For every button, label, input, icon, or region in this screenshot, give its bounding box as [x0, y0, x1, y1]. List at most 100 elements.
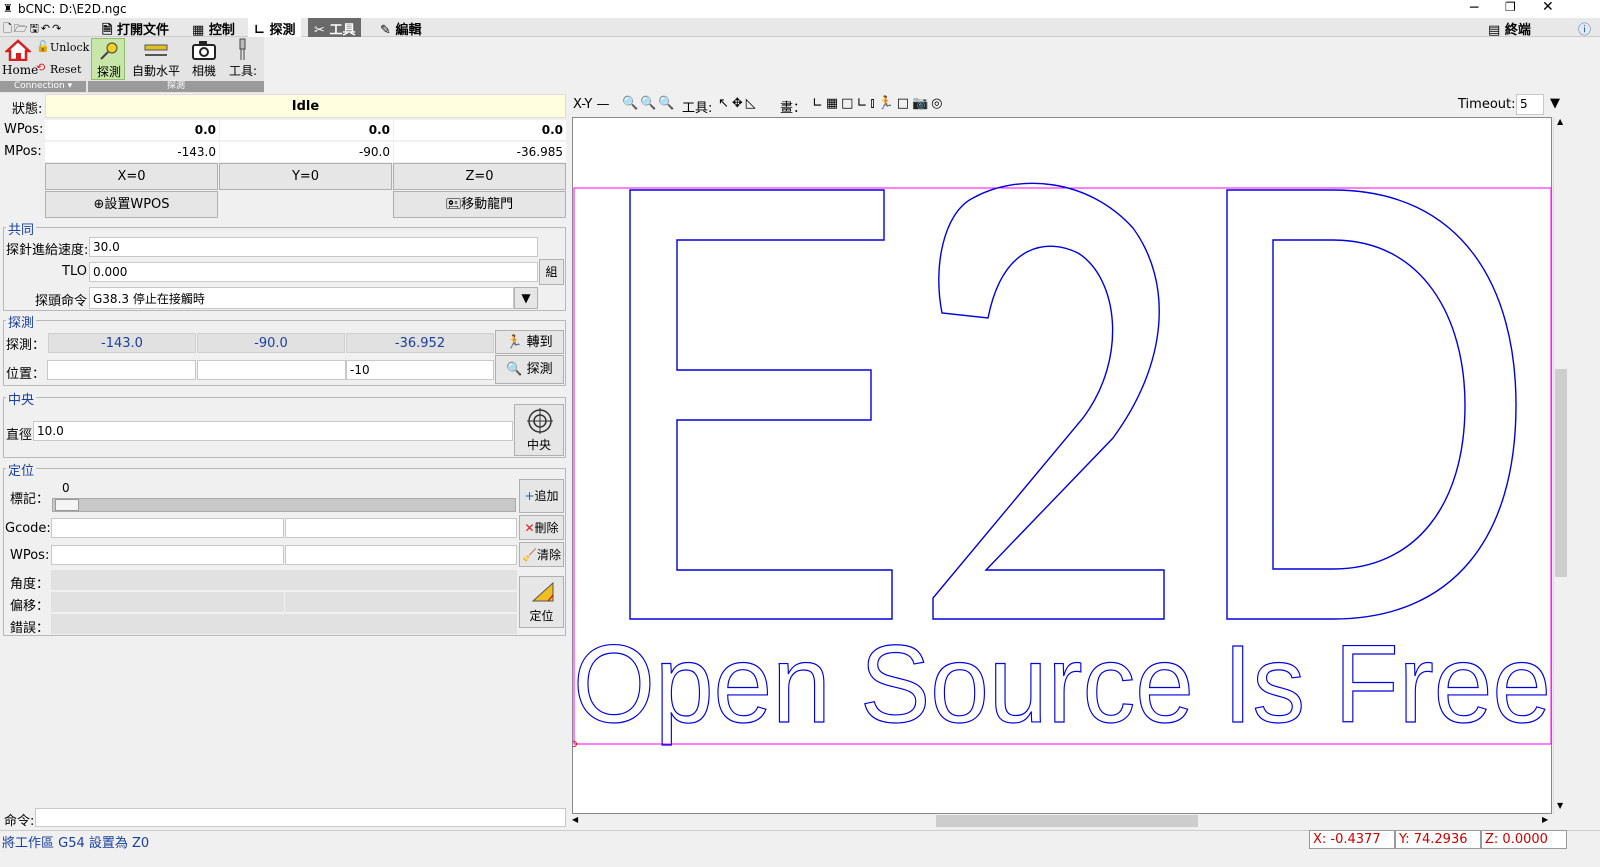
horizontal-scrollbar[interactable]: ◀ ▶	[570, 814, 1553, 828]
gcode-canvas[interactable]: Open Source Is Free	[572, 117, 1552, 814]
zero-z-button[interactable]: Z=0	[393, 163, 566, 190]
command-input[interactable]	[35, 808, 566, 827]
tab-control[interactable]: ▦ 控制	[186, 18, 241, 38]
probe-pos-y-input[interactable]	[197, 360, 346, 380]
tab-file[interactable]: 🗎 打開文件	[96, 18, 175, 38]
tlo-input[interactable]: 0.000	[89, 262, 538, 282]
error-label: 錯誤：	[10, 621, 50, 636]
probe-feed-input[interactable]: 30.0	[89, 237, 538, 257]
delete-marker-button[interactable]: ✕刪除	[519, 515, 564, 540]
pencil-icon: ✎	[380, 23, 391, 38]
crosshair-icon: ⊕	[93, 197, 105, 212]
view-select[interactable]: X-Y —	[573, 97, 610, 112]
horizontal-scroll-thumb[interactable]	[936, 815, 1198, 827]
probe-cmd-select[interactable]: G38.3 停止在接觸時	[89, 287, 514, 309]
help-icon[interactable]: ⓘ	[1578, 19, 1591, 38]
probe-pos-z-input[interactable]: -10	[346, 360, 494, 380]
probe-button[interactable]: 🔍 探測	[495, 355, 564, 384]
tab-probe[interactable]: ∟ 探測	[248, 18, 302, 38]
probe-feed-label: 探針進給速度:	[6, 243, 89, 258]
tlo-label: TLO	[62, 264, 87, 279]
unlock-button[interactable]: 🔓 Unlock	[36, 39, 89, 57]
orient-wpos-x-input[interactable]	[51, 545, 284, 565]
wpos-y: 0.0	[220, 120, 393, 140]
menu-bar: 🗋🗁🖫↶↷ 🗎 打開文件 ▦ 控制 ∟ 探測 ✂ 工具 ✎ 編輯 ▤ 終端 ⓘ	[0, 18, 1600, 38]
diameter-input[interactable]: 10.0	[33, 421, 513, 441]
zero-y-button[interactable]: Y=0	[219, 163, 392, 190]
status-y: Y: 74.2936	[1395, 830, 1481, 849]
close-button[interactable]: ✕	[1542, 0, 1554, 15]
add-marker-button[interactable]: +追加	[519, 479, 564, 513]
app-icon: ♜	[3, 2, 13, 15]
goto-button[interactable]: 🏃 轉到	[495, 330, 564, 354]
camera-button[interactable]: 相機	[186, 38, 222, 80]
tab-tools[interactable]: ✂ 工具	[308, 18, 362, 38]
probe-small-icon: 🔍	[506, 362, 523, 377]
probe-result-label: 探測：	[6, 338, 46, 353]
clear-markers-button[interactable]: 🧹清除	[519, 542, 564, 567]
center-button[interactable]: 中央	[514, 404, 564, 456]
letter-e-path	[629, 189, 893, 620]
set-wpos-button[interactable]: ⊕設置WPOS	[45, 191, 218, 218]
scroll-up-icon[interactable]: ▲	[1557, 117, 1563, 126]
tagline-text: Open Source Is Free	[573, 623, 1551, 746]
run-icon: 🏃	[506, 335, 523, 350]
probe-tab-icon: ∟	[254, 23, 265, 38]
move-gantry-button[interactable]: 🖭移動龍門	[393, 191, 566, 218]
letter-d-inner-path	[1272, 239, 1466, 570]
draw-label: 畫：	[780, 101, 807, 116]
scroll-left-icon[interactable]: ◀	[572, 815, 578, 824]
common-title: 共同	[6, 219, 37, 238]
set-square-icon	[531, 581, 554, 602]
status-x: X: -0.4377	[1309, 830, 1395, 849]
autolevel-button[interactable]: 自動水平	[128, 38, 184, 80]
home-button[interactable]: Home	[2, 38, 38, 80]
marker-slider[interactable]	[52, 498, 516, 512]
tool-ribbon-button[interactable]: 工具:	[226, 38, 260, 80]
autolevel-icon	[144, 44, 168, 56]
timeout-dropdown-icon[interactable]: ▼	[1550, 96, 1560, 111]
zero-x-button[interactable]: X=0	[45, 163, 218, 190]
probe-cmd-label: 探頭命令	[35, 294, 88, 309]
orient-wpos-y-input[interactable]	[285, 545, 517, 565]
vertical-scroll-thumb[interactable]	[1555, 369, 1567, 577]
connection-group-label[interactable]: Connection ▾	[0, 81, 86, 92]
draw-option-icons[interactable]: ∟▦□∟⫾🏃□📷◎	[812, 96, 946, 111]
probe-cmd-dropdown-icon[interactable]: ▼	[514, 287, 538, 309]
tlo-set-button[interactable]: 組	[539, 259, 564, 285]
endmill-icon	[239, 38, 246, 60]
restore-button[interactable]: ❐	[1505, 0, 1516, 14]
gcode-drawing: Open Source Is Free	[573, 182, 1552, 747]
edit-tool-icons[interactable]: ↖✥◺	[718, 96, 759, 111]
probe-result-y: -90.0	[197, 333, 345, 353]
minimize-button[interactable]: ─	[1470, 0, 1478, 16]
diameter-label: 直徑	[6, 428, 33, 443]
probe-group-label: 探測	[88, 81, 264, 92]
file-icon: 🗎	[102, 23, 113, 38]
probe-pos-x-input[interactable]	[47, 360, 196, 380]
status-message: 將工作區 G54 設置為 Z0	[2, 836, 150, 851]
canvas-toolbar: X-Y — 🔍🔍🔍 工具: ↖✥◺ 畫： ∟▦□∟⫾🏃□📷◎ Timeout: …	[570, 94, 1600, 116]
connection-group: Home 🔓 Unlock ⟲ Reset Connection ▾	[0, 37, 89, 93]
probe-group: 探測 自動水平 相機 工具: 探測	[88, 37, 264, 93]
marker-slider-handle[interactable]	[55, 499, 79, 511]
gcode-x-input[interactable]	[51, 518, 284, 538]
tab-edit[interactable]: ✎ 編輯	[374, 18, 427, 38]
delete-icon: ✕	[524, 521, 535, 535]
broom-icon: 🧹	[522, 548, 537, 562]
orient-button[interactable]: 定位	[519, 576, 564, 628]
status-z: Z: 0.0000	[1481, 830, 1567, 849]
letter-d-outer-path	[1226, 189, 1517, 620]
reset-button[interactable]: ⟲ Reset	[36, 61, 86, 79]
probe-ribbon-button[interactable]: 探測	[91, 38, 125, 80]
tab-terminal[interactable]: ▤ 終端	[1482, 18, 1537, 38]
zoom-icons[interactable]: 🔍🔍🔍	[622, 96, 677, 111]
gcode-y-input[interactable]	[285, 518, 517, 538]
timeout-input[interactable]: 5	[1516, 94, 1544, 115]
offset-y-value	[285, 592, 517, 612]
scroll-right-icon[interactable]: ▶	[1542, 815, 1548, 824]
status-label: 狀態:	[12, 102, 43, 117]
gcode-label: Gcode:	[5, 521, 51, 536]
vertical-scrollbar[interactable]: ▲ ▼	[1553, 117, 1568, 814]
scroll-down-icon[interactable]: ▼	[1557, 801, 1563, 810]
